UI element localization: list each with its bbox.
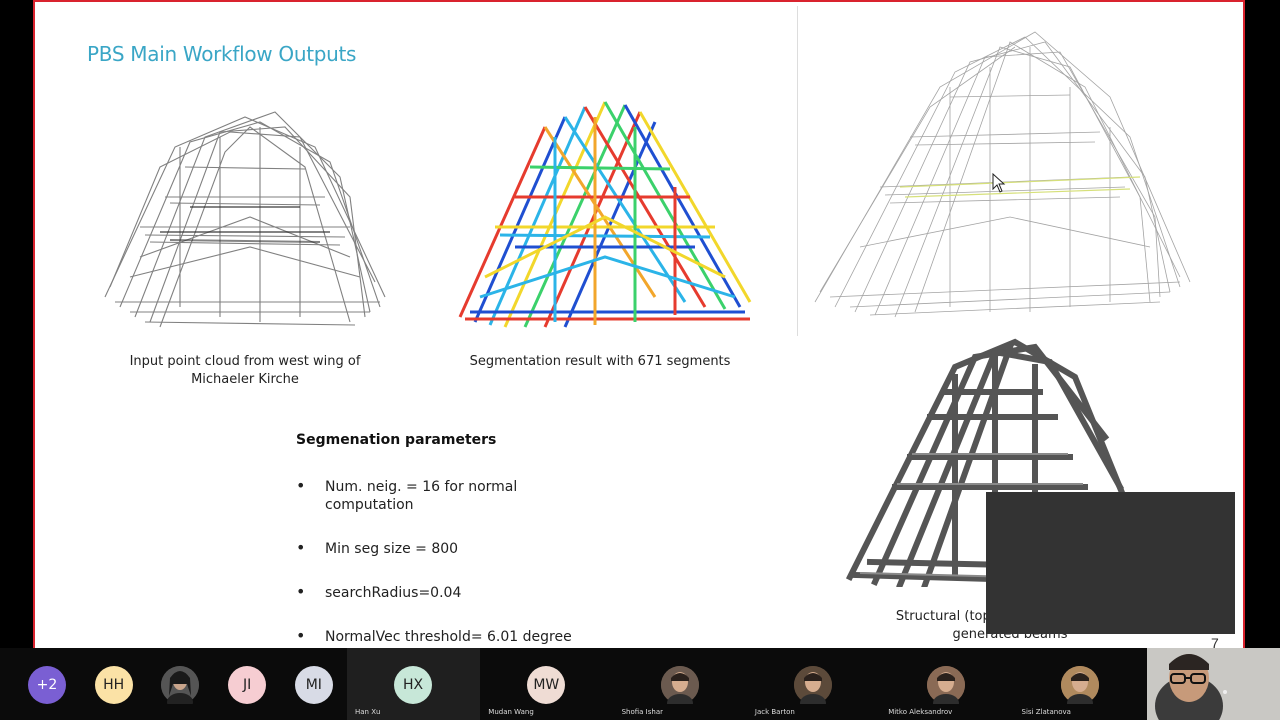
participant-avatar: MW <box>527 666 566 704</box>
participant-photo-avatar <box>1060 666 1099 704</box>
participant-avatar: HX <box>394 666 432 704</box>
list-item: Num. neig. = 16 for normal computation <box>296 477 576 514</box>
participant-tile[interactable]: Sisi Zlatanova <box>1014 648 1147 720</box>
participant-photo-avatar <box>793 666 832 704</box>
participant-tile[interactable]: HX Han Xu <box>347 648 480 720</box>
participant-photo-avatar <box>927 666 966 704</box>
participant-photo-avatar[interactable] <box>161 666 200 704</box>
participant-name: Mudan Wang <box>488 708 534 716</box>
participant-photo-avatar <box>660 666 699 704</box>
participant-avatar[interactable]: HH <box>94 666 133 704</box>
participant-avatar[interactable]: MI <box>294 666 333 704</box>
mouse-cursor-icon <box>992 172 1006 193</box>
participant-strip: +2 HH JI MI HX Han Xu MW Mudan Wang Shofia Ishar… <box>0 648 1280 720</box>
video-overlay-box <box>986 492 1235 634</box>
participant-tile[interactable]: Mitko Aleksandrov <box>880 648 1013 720</box>
segmentation-caption: Segmentation result with 671 segments <box>469 354 731 369</box>
participant-name: Han Xu <box>355 708 381 716</box>
participant-tile[interactable]: Shofia Ishar <box>614 648 747 720</box>
self-video-tile[interactable] <box>1147 648 1280 720</box>
figure-divider <box>797 6 798 336</box>
presentation-slide: PBS Main Workflow Outputs Input point cl… <box>33 0 1245 648</box>
person-video-icon <box>1147 648 1280 720</box>
page-number: 7 <box>1211 635 1219 648</box>
participant-tile[interactable]: MW Mudan Wang <box>480 648 613 720</box>
params-title: Segmenation parameters <box>296 432 497 448</box>
participant-avatar[interactable]: JI <box>228 666 267 704</box>
params-list: Num. neig. = 16 for normal computation M… <box>296 477 576 648</box>
screen: PBS Main Workflow Outputs Input point cl… <box>0 0 1280 720</box>
list-item: Min seg size = 800 <box>296 539 576 558</box>
list-item: NormalVec threshold= 6.01 degree <box>296 627 576 646</box>
participant-name: Mitko Aleksandrov <box>888 708 953 716</box>
list-item: searchRadius=0.04 <box>296 583 576 602</box>
participant-tile[interactable]: Jack Barton <box>747 648 880 720</box>
participant-name: Jack Barton <box>754 708 795 716</box>
segmentation-figure <box>458 101 752 328</box>
participant-name: Shofia Ishar <box>621 708 663 716</box>
participant-avatar[interactable]: +2 <box>28 666 66 704</box>
slide-title: PBS Main Workflow Outputs <box>87 42 357 66</box>
participant-name: Sisi Zlatanova <box>1021 708 1071 716</box>
wireframe-figure <box>814 31 1191 318</box>
point-cloud-caption: Input point cloud from west wing of Mich… <box>129 354 361 387</box>
point-cloud-figure <box>104 111 386 328</box>
